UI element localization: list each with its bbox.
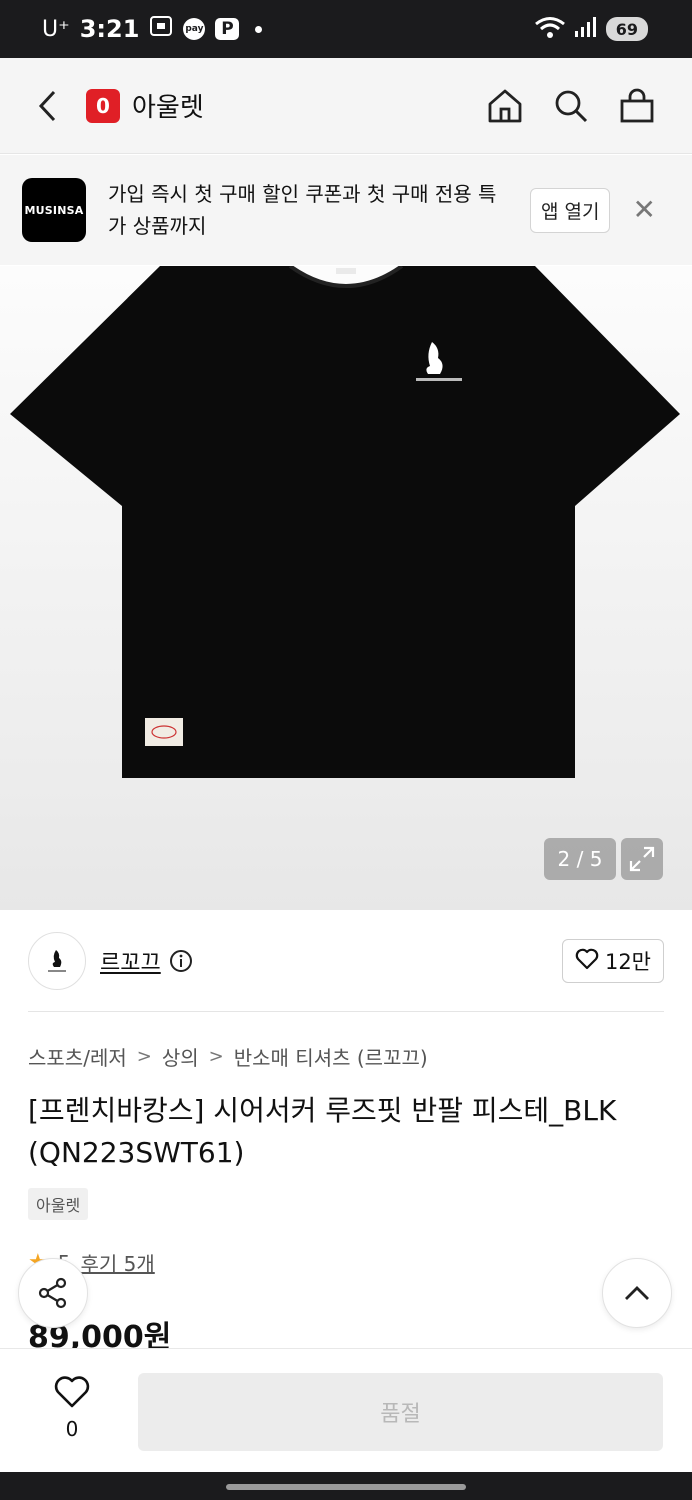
status-bar: U⁺ 3:21 pay P 69 — [0, 0, 692, 58]
brand-like-button[interactable]: 12만 — [561, 939, 664, 983]
breadcrumb-item[interactable]: 반소매 티셔츠 (르꼬끄) — [234, 1042, 428, 1071]
scroll-top-button[interactable] — [602, 1258, 672, 1328]
heart-icon — [575, 948, 599, 975]
open-app-button[interactable]: 앱 열기 — [530, 187, 611, 233]
heart-icon — [53, 1375, 91, 1413]
parking-icon: P — [215, 18, 240, 40]
pay-icon: pay — [183, 18, 206, 40]
signal-icon — [574, 16, 598, 42]
divider — [28, 1011, 664, 1012]
page-title: 아울렛 — [132, 93, 204, 123]
chevron-up-icon — [625, 1286, 649, 1300]
share-button[interactable] — [18, 1258, 88, 1328]
musinsa-logo: MUSINSA — [22, 178, 86, 242]
app-banner: MUSINSA 가입 즉시 첫 구매 할인 쿠폰과 첫 구매 전용 특가 상품까… — [0, 155, 692, 265]
wishlist-button[interactable]: 0 — [48, 1375, 96, 1441]
breadcrumb-item[interactable]: 스포츠/레저 — [28, 1042, 127, 1071]
system-nav-bar — [0, 1472, 692, 1500]
screenshot-icon — [149, 15, 173, 43]
breadcrumb: 스포츠/레저 > 상의 > 반소매 티셔츠 (르꼬끄) — [28, 1042, 428, 1071]
header-actions — [486, 87, 656, 125]
brand-logo[interactable] — [28, 932, 86, 990]
wifi-icon — [534, 15, 566, 43]
chevron-right-icon: > — [208, 1046, 224, 1067]
info-icon[interactable] — [169, 949, 193, 973]
close-icon[interactable]: ✕ — [632, 196, 655, 224]
status-right: 69 — [534, 15, 648, 43]
top-nav: 0 아울렛 — [0, 58, 692, 154]
wishlist-count: 0 — [65, 1417, 79, 1441]
home-icon[interactable] — [486, 87, 524, 125]
brand-like-count: 12만 — [604, 950, 651, 974]
bottom-action-bar: 0 품절 — [0, 1348, 692, 1472]
home-indicator[interactable] — [226, 1484, 466, 1490]
image-counter: 2 / 5 — [544, 838, 616, 880]
chevron-right-icon: > — [136, 1046, 152, 1067]
tshirt-illustration — [10, 266, 680, 778]
breadcrumb-item[interactable]: 상의 — [162, 1042, 199, 1071]
sold-out-button: 품절 — [138, 1373, 663, 1451]
brand-name-link[interactable]: 르꼬끄 — [100, 945, 161, 977]
notification-dot-icon — [255, 25, 263, 33]
reviews-link[interactable]: 후기 5개 — [80, 1248, 154, 1277]
product-image[interactable] — [0, 266, 692, 910]
brand-row: 르꼬끄 12만 — [0, 910, 692, 1012]
outlet-tag: 아울렛 — [28, 1188, 89, 1220]
carrier-label: U⁺ — [42, 16, 70, 42]
app-banner-message: 가입 즉시 첫 구매 할인 쿠폰과 첫 구매 전용 특가 상품까지 — [108, 182, 497, 238]
back-icon[interactable] — [36, 86, 66, 126]
outlet-logo[interactable]: 0 — [86, 88, 120, 123]
battery-icon: 69 — [605, 17, 648, 41]
clock: 3:21 — [79, 15, 140, 43]
expand-icon[interactable] — [621, 838, 663, 880]
cart-icon[interactable] — [618, 87, 656, 125]
share-icon — [38, 1277, 67, 1309]
search-icon[interactable] — [552, 87, 590, 125]
product-title: [프렌치바캉스] 시어서커 루즈핏 반팔 피스테_BLK (QN223SWT61… — [28, 1094, 617, 1169]
status-left: U⁺ 3:21 pay P — [42, 15, 263, 43]
